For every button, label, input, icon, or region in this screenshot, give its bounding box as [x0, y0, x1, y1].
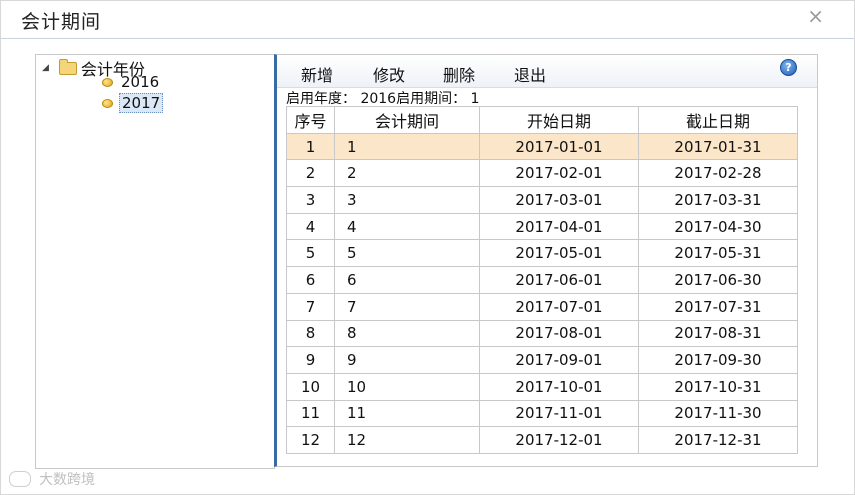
cell-period: 12: [334, 426, 480, 454]
period-table: 序号 会计期间 开始日期 截止日期 1 1 2017-01-01 2017-01-31…: [286, 106, 798, 454]
cell-end-date: 2017-12-31: [638, 426, 798, 454]
table-row[interactable]: 12 12 2017-12-01 2017-12-31: [286, 426, 798, 454]
table-row[interactable]: 2 2 2017-02-01 2017-02-28: [286, 159, 798, 188]
leaf-node-icon: [102, 77, 113, 87]
cell-end-date: 2017-04-30: [638, 212, 798, 241]
cell-seq: 10: [286, 372, 335, 401]
year-tree-panel: ◢ 会计年份 2016 2017: [35, 54, 275, 469]
cell-period: 1: [334, 132, 480, 161]
table-header-row: 序号 会计期间 开始日期 截止日期: [286, 106, 798, 134]
table-row[interactable]: 5 5 2017-05-01 2017-05-31: [286, 239, 798, 268]
cell-seq: 2: [286, 159, 335, 188]
window-title: 会计期间: [21, 11, 102, 33]
close-icon[interactable]: ×: [807, 4, 824, 28]
period-main-panel: 新增 修改 删除 退出 ? 启用年度： 2016启用期间： 1 序号 会计期间 …: [274, 54, 818, 467]
cell-period: 9: [334, 346, 480, 374]
column-header-period[interactable]: 会计期间: [334, 106, 480, 134]
cell-period: 11: [334, 399, 480, 428]
cell-end-date: 2017-01-31: [638, 132, 798, 161]
cell-start-date: 2017-12-01: [479, 426, 639, 454]
tree-item-label: 2017: [119, 93, 164, 113]
cell-period: 5: [334, 239, 480, 268]
toolbar: 新增 修改 删除 退出 ?: [277, 55, 817, 88]
cell-start-date: 2017-05-01: [479, 239, 639, 268]
cell-end-date: 2017-09-30: [638, 346, 798, 374]
cell-period: 7: [334, 292, 480, 321]
table-row[interactable]: 7 7 2017-07-01 2017-07-31: [286, 292, 798, 321]
cell-period: 2: [334, 159, 480, 188]
cell-seq: 7: [286, 292, 335, 321]
cell-start-date: 2017-06-01: [479, 266, 639, 294]
start-year-info: 启用年度： 2016启用期间： 1: [286, 91, 480, 107]
cell-start-date: 2017-08-01: [479, 319, 639, 348]
exit-button[interactable]: 退出: [514, 62, 546, 86]
cell-end-date: 2017-07-31: [638, 292, 798, 321]
cell-seq: 9: [286, 346, 335, 374]
cell-seq: 4: [286, 212, 335, 241]
cell-seq: 6: [286, 266, 335, 294]
cell-period: 3: [334, 186, 480, 214]
table-row[interactable]: 9 9 2017-09-01 2017-09-30: [286, 346, 798, 374]
collapse-triangle-icon[interactable]: ◢: [42, 63, 49, 73]
cell-end-date: 2017-06-30: [638, 266, 798, 294]
cell-start-date: 2017-01-01: [479, 132, 639, 161]
tree-item-2016[interactable]: 2016: [102, 73, 161, 91]
leaf-node-icon: [102, 98, 113, 108]
watermark: 大数跨境: [9, 469, 95, 489]
tree-item-label: 2016: [121, 73, 160, 91]
cell-end-date: 2017-11-30: [638, 399, 798, 428]
cell-start-date: 2017-11-01: [479, 399, 639, 428]
cell-period: 10: [334, 372, 480, 401]
cell-end-date: 2017-08-31: [638, 319, 798, 348]
accounting-period-dialog: 会计期间 × ◢ 会计年份 2016 2017 新增 修改 删除 退出 ? 启用…: [0, 0, 855, 495]
column-header-seq[interactable]: 序号: [286, 106, 335, 134]
folder-open-icon: [58, 58, 77, 75]
cell-period: 4: [334, 212, 480, 241]
cell-start-date: 2017-02-01: [479, 159, 639, 188]
table-row[interactable]: 10 10 2017-10-01 2017-10-31: [286, 372, 798, 401]
cell-seq: 11: [286, 399, 335, 428]
table-row[interactable]: 8 8 2017-08-01 2017-08-31: [286, 319, 798, 348]
table-row[interactable]: 4 4 2017-04-01 2017-04-30: [286, 212, 798, 241]
table-row[interactable]: 3 3 2017-03-01 2017-03-31: [286, 186, 798, 214]
cell-start-date: 2017-10-01: [479, 372, 639, 401]
cell-start-date: 2017-09-01: [479, 346, 639, 374]
column-header-end-date[interactable]: 截止日期: [638, 106, 798, 134]
cell-start-date: 2017-04-01: [479, 212, 639, 241]
cell-end-date: 2017-02-28: [638, 159, 798, 188]
cell-seq: 12: [286, 426, 335, 454]
table-row[interactable]: 1 1 2017-01-01 2017-01-31: [286, 132, 798, 161]
cell-seq: 5: [286, 239, 335, 268]
cell-start-date: 2017-07-01: [479, 292, 639, 321]
cell-end-date: 2017-05-31: [638, 239, 798, 268]
add-button[interactable]: 新增: [301, 62, 333, 86]
column-header-start-date[interactable]: 开始日期: [479, 106, 639, 134]
watermark-text: 大数跨境: [39, 472, 95, 488]
help-icon[interactable]: ?: [780, 59, 797, 76]
title-bar: 会计期间 ×: [1, 1, 854, 39]
edit-button[interactable]: 修改: [373, 62, 405, 86]
cell-period: 8: [334, 319, 480, 348]
cell-seq: 3: [286, 186, 335, 214]
delete-button[interactable]: 删除: [443, 62, 475, 86]
cell-end-date: 2017-03-31: [638, 186, 798, 214]
cell-end-date: 2017-10-31: [638, 372, 798, 401]
table-body: 1 1 2017-01-01 2017-01-31 2 2 2017-02-01 2017-0…: [286, 132, 798, 454]
watermark-logo-icon: [9, 471, 31, 487]
cell-seq: 8: [286, 319, 335, 348]
tree-item-2017[interactable]: 2017: [102, 93, 164, 113]
table-row[interactable]: 11 11 2017-11-01 2017-11-30: [286, 399, 798, 428]
cell-start-date: 2017-03-01: [479, 186, 639, 214]
table-row[interactable]: 6 6 2017-06-01 2017-06-30: [286, 266, 798, 294]
cell-seq: 1: [286, 132, 335, 161]
cell-period: 6: [334, 266, 480, 294]
